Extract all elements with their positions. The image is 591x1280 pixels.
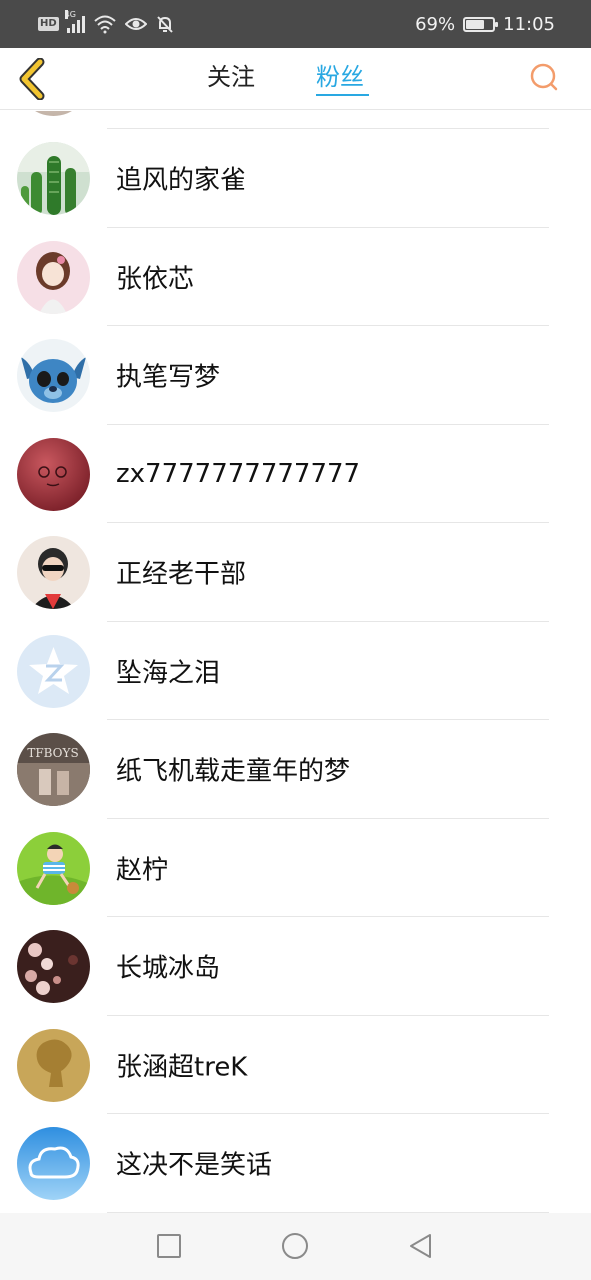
signal-4g-icon: 4G [64,10,85,33]
girl-doll-avatar [17,240,90,314]
fan-name: 赵柠 [116,855,169,886]
red-ball-avatar [17,437,90,511]
boy-photo-avatar [17,536,90,609]
list-item[interactable]: 正经老干部 [0,523,591,622]
status-bar: HD 4G 69% 11:05 [0,0,591,48]
home-icon[interactable] [280,1231,310,1261]
status-right: 69% 11:05 [415,12,555,36]
back-triangle-icon[interactable] [406,1231,436,1261]
fans-list[interactable]: 追风的家雀 张依芯 执笔写梦 zx7777777777777 正经老干部 坠海之… [0,111,591,1213]
list-item[interactable]: zx7777777777777 [0,425,591,523]
blossom-avatar [17,930,90,1003]
avatar [17,111,90,116]
list-item[interactable]: 追风的家雀 [0,129,591,228]
recent-apps-icon[interactable] [154,1231,184,1261]
list-item[interactable]: TFBOYS 纸飞机载走童年的梦 [0,720,591,819]
battery-icon [463,16,499,32]
stitch-avatar [17,339,90,412]
fan-name: zx7777777777777 [116,458,361,489]
fan-name: 纸飞机载走童年的梦 [116,756,351,787]
chevron-left-icon[interactable] [16,58,48,100]
active-tab-indicator [316,94,369,96]
cloud-sky-avatar [17,1127,90,1200]
list-item[interactable]: 执笔写梦 [0,326,591,425]
mute-bell-icon [156,16,173,33]
fan-name: 张涵超treK [116,1052,248,1083]
battery-percent: 69% [415,13,456,35]
tab-follow[interactable]: 关注 [207,62,255,92]
list-item[interactable]: 张涵超treK [0,1016,591,1114]
tab-fans[interactable]: 粉丝 [316,62,364,92]
fan-name: 长城冰岛 [116,953,221,984]
fan-name: 正经老干部 [116,559,247,590]
svg-text:TFBOYS: TFBOYS [27,746,78,760]
list-item[interactable]: 张依芯 [0,228,591,326]
gold-silhouette-avatar [17,1028,90,1102]
clock: 11:05 [503,13,555,35]
status-left-icons: HD 4G [38,10,175,36]
fan-name: 坠海之泪 [116,658,221,689]
search-icon[interactable] [527,60,561,94]
battery-fill [466,19,485,29]
system-nav-bar [0,1213,591,1280]
tfboys-avatar: TFBOYS [17,733,90,806]
wifi-icon [94,15,116,34]
cartoon-boy-avatar [17,831,90,905]
list-item[interactable]: 坠海之泪 [0,622,591,720]
list-item[interactable]: 赵柠 [0,819,591,917]
cactus-avatar [17,142,90,215]
qzone-star-avatar [17,634,90,708]
hd-icon: HD [38,17,59,31]
fan-name: 这决不是笑话 [116,1150,273,1181]
list-item-partial[interactable] [0,111,591,129]
fan-name: 张依芯 [116,264,195,295]
list-item[interactable]: 长城冰岛 [0,917,591,1016]
fan-name: 追风的家雀 [116,165,247,196]
fan-name: 执笔写梦 [116,362,221,393]
eye-icon [124,18,147,30]
list-item[interactable]: 这决不是笑话 [0,1114,591,1213]
header-bar: 关注 粉丝 [0,48,591,110]
